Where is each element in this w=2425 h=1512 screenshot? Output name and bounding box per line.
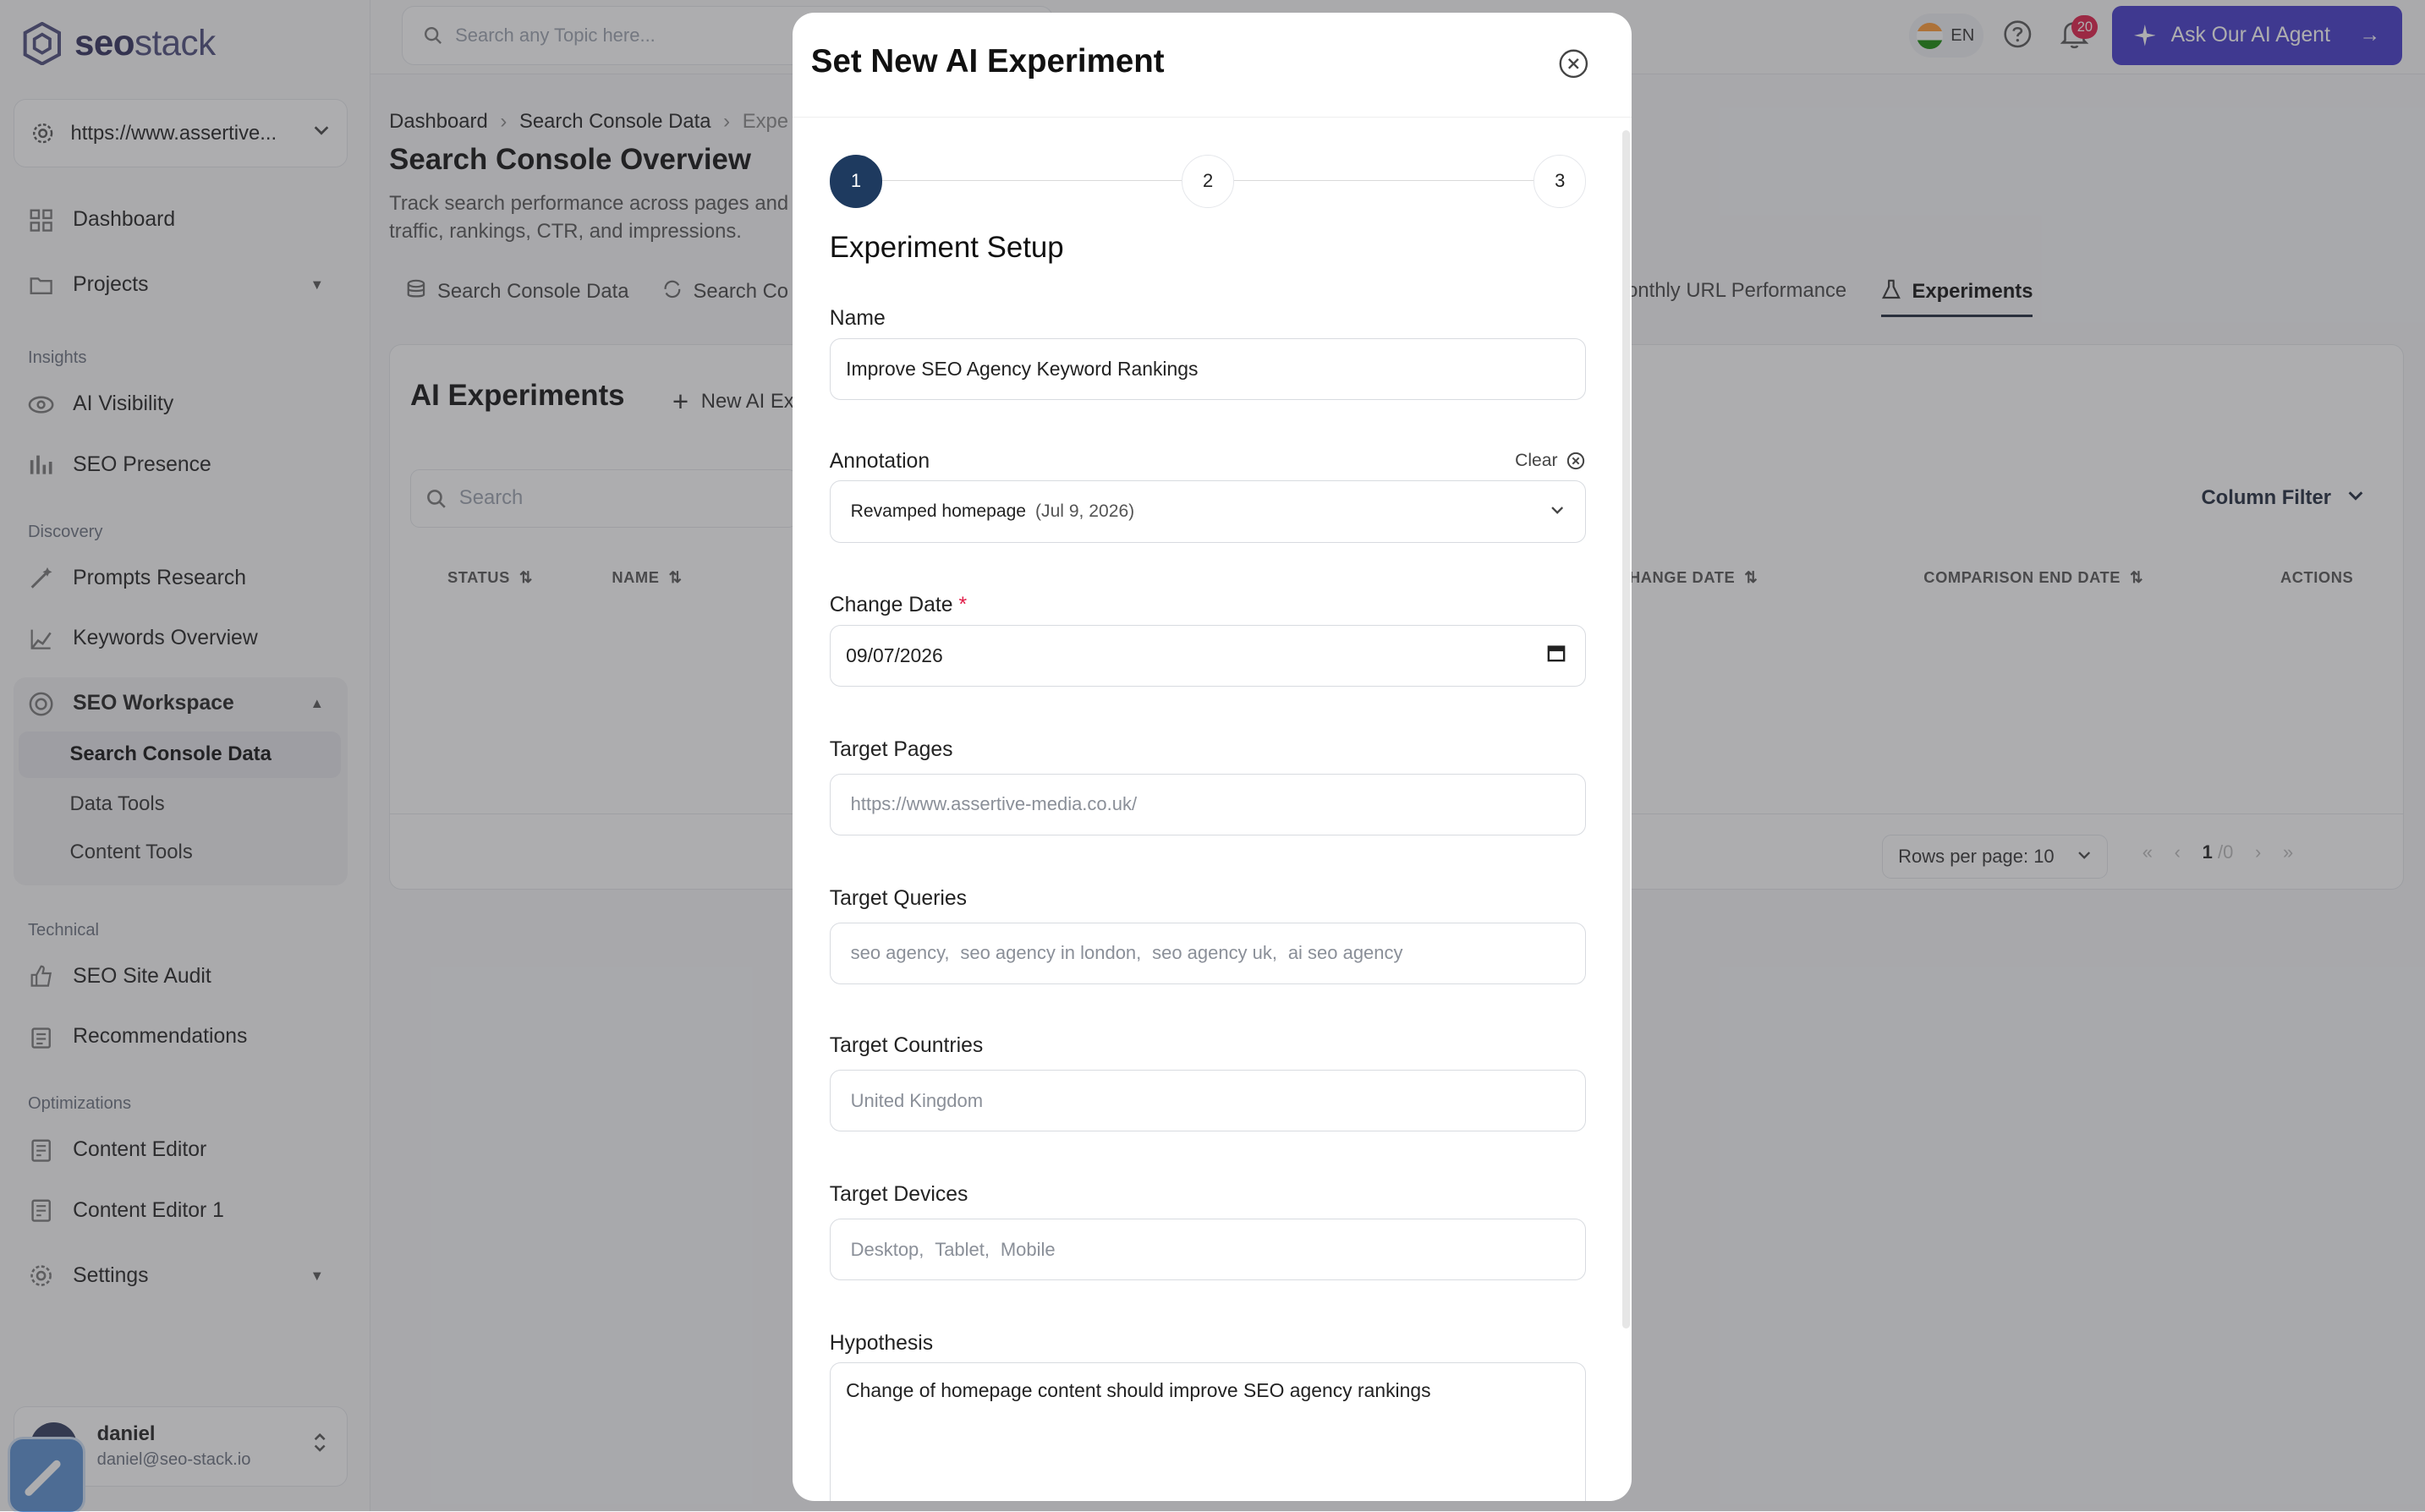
- hypothesis-value: Change of homepage content should improv…: [846, 1378, 1431, 1401]
- chevron-down-icon: [1550, 501, 1565, 523]
- step-2[interactable]: 2: [1181, 155, 1235, 208]
- step-connector: [1234, 179, 1534, 182]
- target-devices-input[interactable]: Desktop, Tablet, Mobile: [829, 1218, 1587, 1281]
- step-3[interactable]: 3: [1533, 155, 1587, 208]
- annotation-select[interactable]: Revamped homepage (Jul 9, 2026): [829, 480, 1587, 543]
- close-circle-icon: [1567, 452, 1585, 470]
- target-queries-input[interactable]: seo agency, seo agency in london, seo ag…: [829, 922, 1587, 985]
- calendar-icon[interactable]: [1547, 644, 1566, 667]
- name-label: Name: [829, 306, 886, 330]
- device-tag: Desktop,: [850, 1238, 924, 1260]
- hypothesis-textarea[interactable]: Change of homepage content should improv…: [829, 1362, 1587, 1501]
- annotation-value: Revamped homepage: [850, 501, 1027, 521]
- name-field[interactable]: Improve SEO Agency Keyword Rankings: [829, 337, 1587, 400]
- target-countries-label: Target Countries: [829, 1033, 984, 1057]
- query-tag: ai seo agency: [1287, 942, 1403, 964]
- step-connector: [882, 179, 1182, 182]
- change-date-label: Change Date *: [829, 594, 968, 617]
- target-pages-label: Target Pages: [829, 737, 953, 761]
- device-tag: Mobile: [1000, 1238, 1056, 1260]
- change-date-value: 09/07/2026: [846, 644, 943, 666]
- name-value: Improve SEO Agency Keyword Rankings: [846, 357, 1199, 380]
- query-tag: seo agency in london,: [960, 942, 1142, 964]
- annotation-label: Annotation: [829, 449, 930, 473]
- section-title: Experiment Setup: [829, 231, 1064, 265]
- target-pages-input[interactable]: https://www.assertive-media.co.uk/: [829, 773, 1587, 836]
- new-experiment-modal: Set New AI Experiment 1 2 3 Experiment S…: [792, 12, 1632, 1501]
- modal-scrollbar[interactable]: [1621, 129, 1630, 1329]
- required-marker: *: [958, 594, 968, 617]
- hypothesis-label: Hypothesis: [829, 1331, 934, 1355]
- target-devices-label: Target Devices: [829, 1182, 968, 1206]
- modal-title: Set New AI Experiment: [810, 43, 1165, 80]
- change-date-field[interactable]: 09/07/2026: [829, 624, 1587, 688]
- target-pages-placeholder: https://www.assertive-media.co.uk/: [850, 793, 1138, 815]
- step-1[interactable]: 1: [829, 155, 883, 208]
- query-tag: seo agency uk,: [1152, 942, 1277, 964]
- clear-label: Clear: [1515, 451, 1558, 471]
- close-icon[interactable]: [1558, 48, 1589, 79]
- modal-header: Set New AI Experiment: [792, 13, 1632, 118]
- annotation-date: (Jul 9, 2026): [1035, 501, 1135, 521]
- query-tag: seo agency,: [850, 942, 950, 964]
- clear-annotation-button[interactable]: Clear: [1515, 451, 1585, 471]
- target-countries-input[interactable]: United Kingdom: [829, 1069, 1587, 1132]
- target-countries-placeholder: United Kingdom: [850, 1089, 984, 1111]
- target-queries-label: Target Queries: [829, 886, 968, 910]
- device-tag: Tablet,: [935, 1238, 990, 1260]
